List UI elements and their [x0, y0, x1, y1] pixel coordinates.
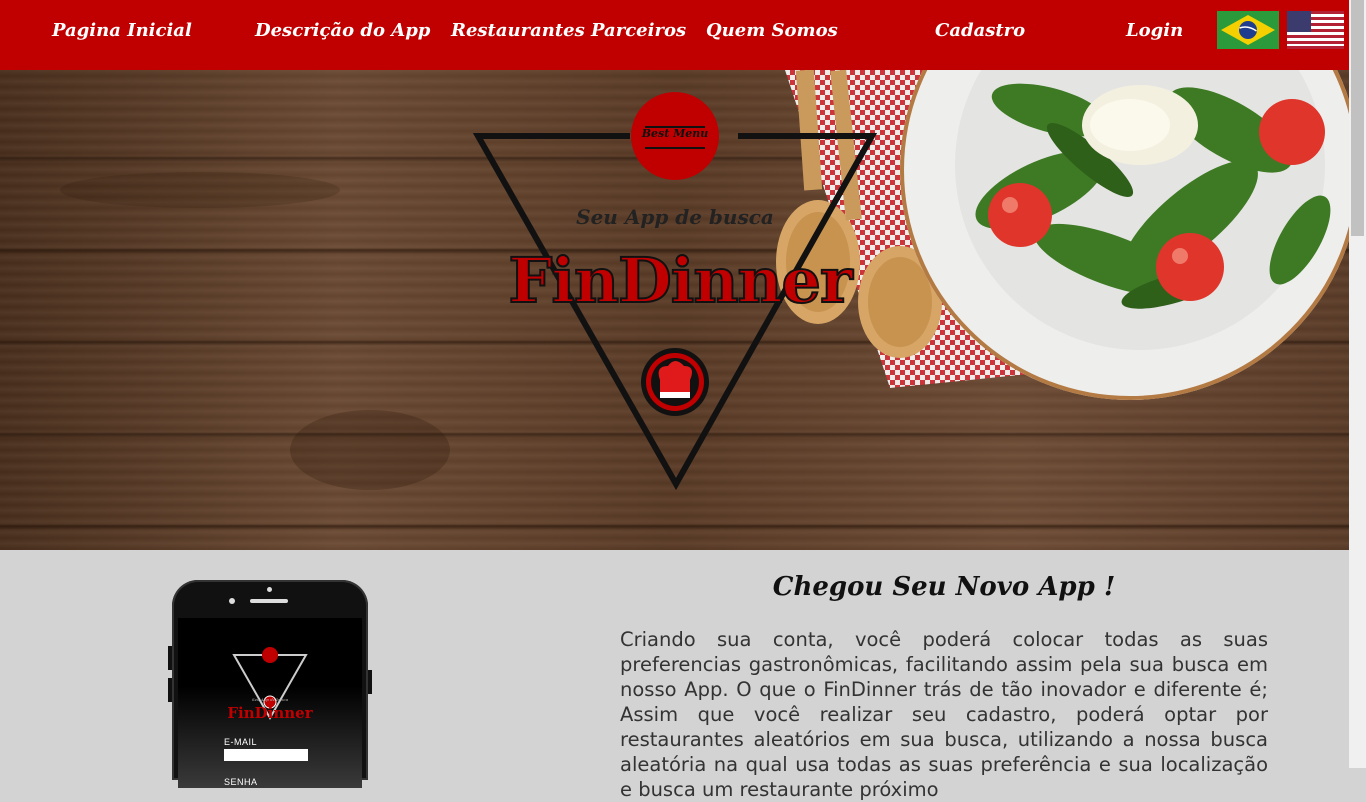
hero-tagline: Seu App de busca [576, 205, 774, 229]
phone-volume-button [168, 678, 172, 702]
phone-mockup: Seu App de busca FinDinner E-MAIL SENHA [172, 580, 368, 788]
phone-logo-tagline: Seu App de busca [251, 697, 289, 702]
phone-speaker [250, 599, 288, 603]
nav-cadastro[interactable]: Cadastro [935, 20, 1025, 41]
page-scrollbar[interactable] [1349, 0, 1366, 768]
hero-banner: Best Menu Seu App de busca FinDinner [0, 70, 1349, 550]
nav-restaurantes-parceiros[interactable]: Restaurantes Parceiros [451, 20, 686, 41]
nav-descricao-app[interactable]: Descrição do App [255, 20, 430, 41]
nav-login[interactable]: Login [1126, 20, 1183, 41]
phone-volume-button [168, 646, 172, 670]
usa-flag-icon[interactable] [1287, 11, 1344, 49]
phone-camera-icon [229, 598, 235, 604]
phone-sensor [267, 587, 272, 592]
top-navigation: Pagina Inicial Descrição do App Restaura… [0, 0, 1349, 70]
content-title: Chegou Seu Novo App ! [772, 572, 1116, 602]
phone-power-button [368, 670, 372, 694]
phone-password-label: SENHA [224, 777, 258, 787]
phone-logo-title: FinDinner [227, 704, 313, 722]
scrollbar-thumb[interactable] [1351, 0, 1364, 236]
phone-email-field [224, 749, 308, 761]
hero-brand: FinDinner [507, 243, 853, 318]
content-body: Criando sua conta, você poderá colocar t… [620, 628, 1268, 801]
nav-quem-somos[interactable]: Quem Somos [706, 20, 838, 41]
phone-screen: Seu App de busca FinDinner E-MAIL SENHA [178, 618, 362, 788]
brazil-flag-icon[interactable] [1217, 11, 1279, 49]
best-menu-label: Best Menu [641, 127, 709, 140]
nav-pagina-inicial[interactable]: Pagina Inicial [52, 20, 192, 41]
phone-email-label: E-MAIL [224, 737, 258, 747]
